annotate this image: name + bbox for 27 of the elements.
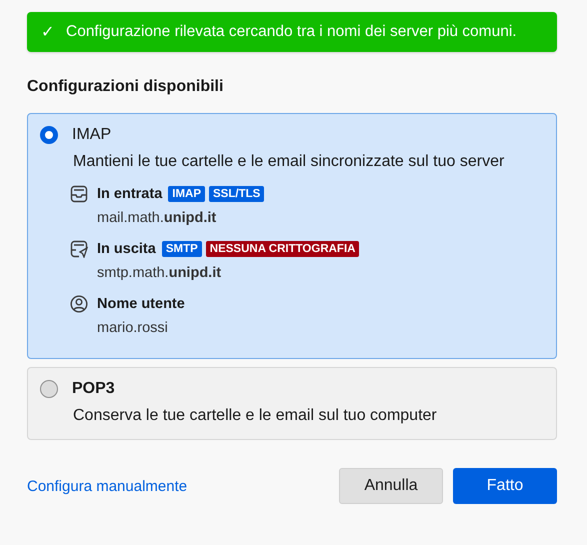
server-value: smtp.math.unipd.it — [97, 265, 222, 281]
badge: SMTP — [162, 241, 202, 257]
option-name: POP3 — [72, 380, 115, 398]
badge: NESSUNA CRITTOGRAFIA — [206, 241, 360, 257]
cancel-button[interactable]: Annulla — [339, 468, 443, 504]
inbox-icon — [70, 185, 88, 203]
server-value: mario.rossi — [97, 320, 169, 336]
badge: SSL/TLS — [209, 186, 264, 202]
option-description: Conserva le tue cartelle e le email sul tuo computer — [73, 407, 438, 425]
server-value: mail.math.unipd.it — [97, 210, 218, 226]
outbox-icon — [70, 240, 88, 258]
option-description: Mantieni le tue cartelle e le email sincronizzate sul tuo server — [73, 153, 506, 171]
section-heading: Configurazioni disponibili — [27, 78, 224, 96]
option-name: IMAP — [72, 126, 112, 144]
notification-text: Configurazione rilevata cercando tra i nomi dei server più comuni. — [66, 23, 517, 41]
server-label: In uscita — [97, 241, 156, 257]
radio-button[interactable] — [40, 126, 58, 144]
server-label: In entrata — [97, 186, 162, 202]
done-button[interactable]: Fatto — [453, 468, 557, 504]
user-icon — [70, 295, 88, 313]
badge: IMAP — [168, 186, 206, 202]
radio-button[interactable] — [40, 380, 58, 398]
config-option-card[interactable]: POP3 Conserva le tue cartelle e le email sul tuo computer — [27, 367, 557, 440]
check-icon: ✓ — [41, 22, 54, 42]
server-label: Nome utente — [97, 296, 185, 312]
config-option-card[interactable]: IMAP Mantieni le tue cartelle e le email sincronizzate sul tuo server In entrata IMAP SSL/TLS mail.math.unipd.it In uscita SMTP NESSUNA CRITTOGRAFIA smtp.math.unipd.it Nome utente mario.rossi — [27, 113, 557, 359]
manual-config-link[interactable]: Configura manualmente — [27, 478, 188, 494]
